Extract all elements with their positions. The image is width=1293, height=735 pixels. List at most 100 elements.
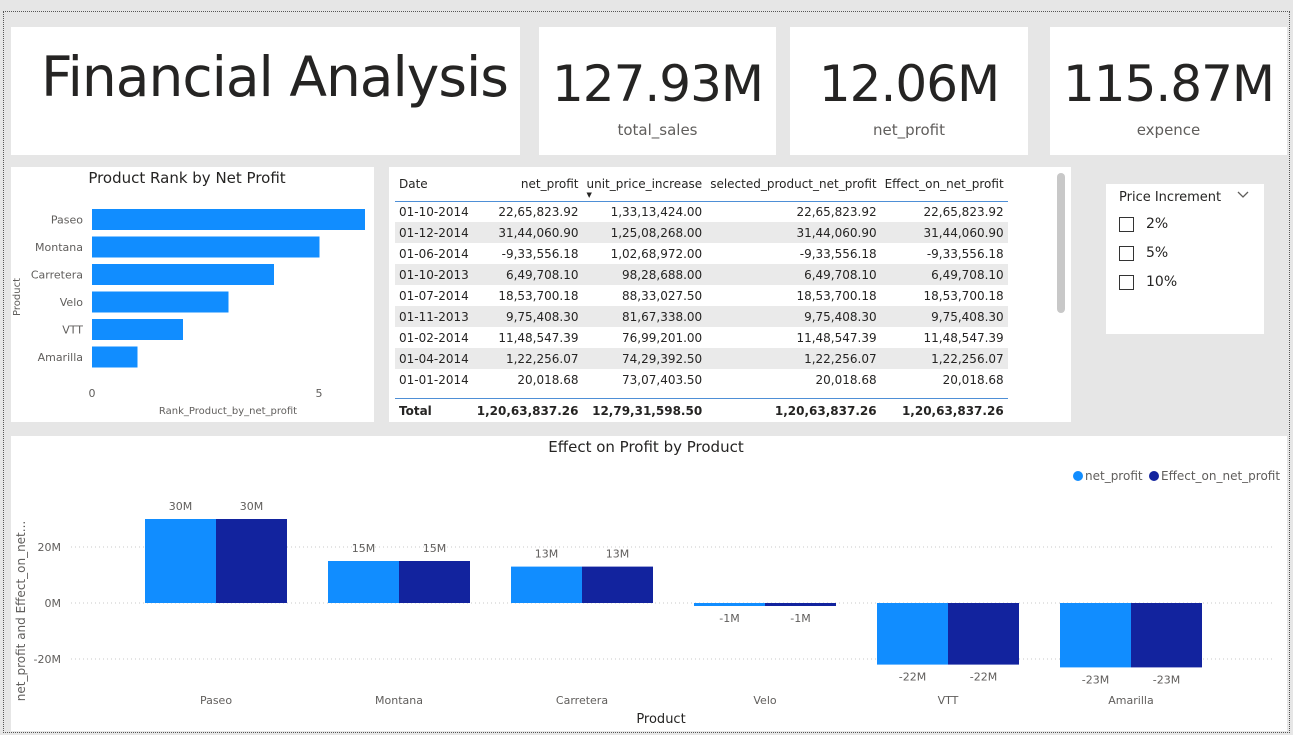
data-label: -22M bbox=[899, 671, 926, 684]
legend-dot bbox=[1073, 471, 1083, 481]
legend-label[interactable]: net_profit bbox=[1085, 469, 1143, 483]
net-profit-bar[interactable] bbox=[694, 603, 765, 606]
legend-label[interactable]: Effect_on_net_profit bbox=[1161, 469, 1280, 483]
table-cell: 76,99,201.00 bbox=[622, 330, 703, 345]
table-cell: 1,22,256.07 bbox=[706, 348, 881, 369]
net-profit-bar[interactable] bbox=[328, 561, 399, 603]
table-row[interactable]: 01-12-2014 31,44,060.90 1,25,08,268.00 31,4… bbox=[395, 222, 1008, 243]
rank-bar[interactable] bbox=[92, 346, 138, 368]
table-row[interactable]: 01-01-2014 20,018.68 73,07,403.50 20,018.68… bbox=[395, 369, 1008, 390]
effect-chart-card[interactable]: Effect on Profit by Product net_profit a… bbox=[11, 436, 1287, 731]
table-cell: 18,53,700.18 bbox=[923, 288, 1004, 303]
total-cell: 12,79,31,598.50 bbox=[582, 397, 707, 424]
table-scrollbar[interactable] bbox=[1057, 173, 1065, 313]
net-profit-bar[interactable] bbox=[145, 519, 216, 603]
slicer-option-5pct[interactable]: 5% bbox=[1119, 243, 1168, 263]
table-row[interactable]: 01-10-2014 22,65,823.92 1,33,13,424.00 22,6… bbox=[395, 201, 1008, 222]
kpi-card-expence[interactable]: 115.87M expence bbox=[1050, 27, 1287, 155]
effect-y-axis-label: net_profit and Effect_on_net... bbox=[14, 521, 28, 701]
column-header[interactable]: net_profit bbox=[472, 167, 583, 202]
table-cell: 81,67,338.00 bbox=[582, 306, 707, 327]
table-cell: 01-10-2014 bbox=[399, 204, 469, 219]
rank-bar[interactable] bbox=[92, 264, 274, 285]
data-label: -1M bbox=[790, 612, 810, 625]
net-profit-bar[interactable] bbox=[877, 603, 948, 665]
data-label: -23M bbox=[1153, 673, 1180, 686]
table-row[interactable]: 01-06-2014 -9,33,556.18 1,02,68,972.00 -9,3… bbox=[395, 243, 1008, 264]
effect-bar[interactable] bbox=[948, 603, 1019, 665]
rank-bar[interactable] bbox=[92, 209, 365, 230]
slicer-title: Price Increment bbox=[1119, 190, 1222, 205]
rank-y-axis-label: Product bbox=[12, 278, 23, 316]
table-spacer bbox=[395, 390, 1008, 398]
checkbox[interactable] bbox=[1119, 216, 1134, 232]
effect-category-label: Velo bbox=[753, 694, 776, 707]
table-cell: 01-11-2013 bbox=[395, 306, 473, 327]
column-header[interactable]: unit_price_increase ▼ bbox=[582, 167, 707, 202]
table-cell: 6,49,708.10 bbox=[880, 264, 1008, 285]
effect-y-tick: 20M bbox=[38, 541, 62, 554]
total-cell: 1,20,63,837.26 bbox=[472, 397, 583, 424]
rank-category-label: Amarilla bbox=[38, 351, 83, 364]
effect-chart: Effect on Profit by Product net_profit a… bbox=[14, 438, 1280, 727]
checkbox[interactable] bbox=[1119, 245, 1134, 261]
effect-bar[interactable] bbox=[582, 566, 653, 603]
table-cell: 11,48,547.39 bbox=[796, 330, 877, 345]
rank-chart-card[interactable]: Product Rank by Net Profit Product 0 5 R… bbox=[11, 167, 374, 422]
kpi-label: net_profit bbox=[873, 121, 945, 139]
table-cell: 98,28,688.00 bbox=[582, 264, 707, 285]
data-table-card[interactable]: Date net_profit unit_price_increase ▼ select… bbox=[389, 167, 1071, 424]
table-cell: 9,75,408.30 bbox=[880, 306, 1008, 327]
rank-chart-title: Product Rank by Net Profit bbox=[88, 169, 285, 187]
table-row[interactable]: 01-04-2014 1,22,256.07 74,29,392.50 1,22,25… bbox=[395, 348, 1008, 369]
table-row[interactable]: 01-02-2014 11,48,547.39 76,99,201.00 11,48,… bbox=[395, 327, 1008, 348]
total-cell: 1,20,63,837.26 bbox=[706, 397, 881, 424]
rank-x-axis-label: Rank_Product_by_net_profit bbox=[159, 406, 297, 417]
column-header[interactable]: Effect_on_net_profit bbox=[880, 167, 1008, 202]
effect-bar[interactable] bbox=[216, 519, 287, 603]
price-increment-slicer[interactable]: Price Increment 2% 5% 10% bbox=[1106, 184, 1264, 334]
slicer-option-label: 5% bbox=[1146, 245, 1169, 261]
column-header[interactable]: selected_product_net_profit bbox=[706, 167, 881, 202]
table-cell: 31,44,060.90 bbox=[706, 222, 881, 243]
rank-bar[interactable] bbox=[92, 291, 229, 313]
table-cell: 9,75,408.30 bbox=[706, 306, 881, 327]
effect-category-label: Amarilla bbox=[1108, 694, 1153, 707]
column-header[interactable]: Date bbox=[395, 167, 473, 202]
table-cell: 18,53,700.18 bbox=[796, 288, 877, 303]
kpi-label: total_sales bbox=[617, 121, 698, 139]
table-cell: 22,65,823.92 bbox=[923, 204, 1004, 219]
slicer-option-10pct[interactable]: 10% bbox=[1119, 272, 1177, 292]
table-row[interactable]: 01-10-2013 6,49,708.10 98,28,688.00 6,49,70… bbox=[395, 264, 1008, 285]
slicer-option-2pct[interactable]: 2% bbox=[1119, 214, 1168, 234]
effect-y-tick: -20M bbox=[34, 653, 61, 666]
rank-bar[interactable] bbox=[92, 236, 320, 258]
effect-bar[interactable] bbox=[1131, 603, 1202, 668]
effect-bar[interactable] bbox=[399, 561, 470, 603]
table-cell: 01-06-2014 bbox=[399, 246, 469, 261]
net-profit-bar[interactable] bbox=[1060, 603, 1131, 668]
kpi-card-total-sales[interactable]: 127.93M total_sales bbox=[539, 27, 776, 155]
table-cell: -9,33,556.18 bbox=[926, 246, 1004, 261]
table-cell: 73,07,403.50 bbox=[622, 372, 703, 387]
table-cell: 20,018.68 bbox=[942, 372, 1004, 387]
table-cell: 1,22,256.07 bbox=[472, 348, 583, 369]
page-title: Financial Analysis bbox=[41, 45, 509, 109]
checkbox[interactable] bbox=[1119, 274, 1134, 290]
rank-bar[interactable] bbox=[92, 319, 183, 340]
table-cell: 20,018.68 bbox=[815, 372, 877, 387]
rank-x-tick: 0 bbox=[89, 387, 96, 400]
table-cell: 6,49,708.10 bbox=[472, 264, 583, 285]
kpi-label: expence bbox=[1136, 121, 1201, 139]
rank-category-label: Velo bbox=[60, 296, 83, 309]
effect-bar[interactable] bbox=[765, 603, 836, 606]
table-row[interactable]: 01-11-2013 9,75,408.30 81,67,338.00 9,75,40… bbox=[395, 306, 1008, 327]
data-label: 15M bbox=[423, 542, 447, 555]
net-profit-bar[interactable] bbox=[511, 566, 582, 603]
table-row[interactable]: 01-07-2014 18,53,700.18 88,33,027.50 18,53,… bbox=[395, 285, 1008, 306]
table-cell: 22,65,823.92 bbox=[498, 204, 579, 219]
effect-x-axis-label: Product bbox=[636, 712, 685, 727]
kpi-card-net-profit[interactable]: 12.06M net_profit bbox=[790, 27, 1028, 155]
rank-chart: Product Rank by Net Profit Product 0 5 R… bbox=[12, 169, 365, 417]
chevron-down-icon[interactable] bbox=[1236, 187, 1250, 205]
